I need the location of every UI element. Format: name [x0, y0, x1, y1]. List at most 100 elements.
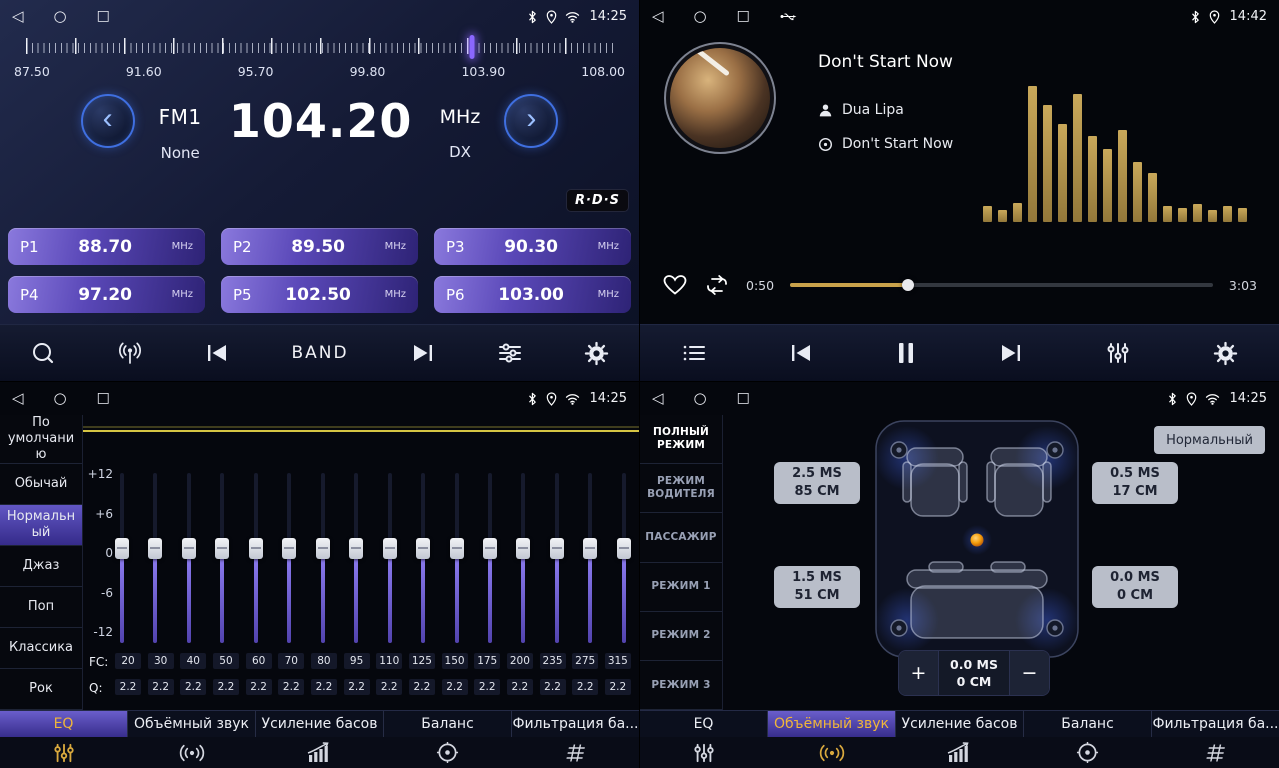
- tab-eq[interactable]: EQ: [640, 711, 768, 737]
- eq-slider-handle[interactable]: [583, 538, 597, 559]
- tab-surround[interactable]: Объёмный звук: [768, 711, 896, 737]
- eq-preset-default[interactable]: По умолчанию: [0, 415, 82, 464]
- filter-tab-icon[interactable]: [1151, 742, 1279, 764]
- eq-band-slider[interactable]: [349, 473, 363, 643]
- eq-slider-handle[interactable]: [617, 538, 631, 559]
- mode-2[interactable]: РЕЖИМ 2: [640, 612, 722, 661]
- next-track-button[interactable]: [998, 342, 1024, 364]
- mode-passenger[interactable]: ПАССАЖИР: [640, 513, 722, 562]
- eq-slider-handle[interactable]: [483, 538, 497, 559]
- scale-pointer[interactable]: [470, 35, 475, 59]
- eq-band-slider[interactable]: [416, 473, 430, 643]
- eq-band-slider[interactable]: [450, 473, 464, 643]
- eq-band-slider[interactable]: [617, 473, 631, 643]
- mode-1[interactable]: РЕЖИМ 1: [640, 563, 722, 612]
- eq-slider-handle[interactable]: [416, 538, 430, 559]
- recents-icon[interactable]: □: [97, 0, 110, 33]
- preset-button-2[interactable]: P2 89.50 MHz: [221, 228, 418, 265]
- home-icon[interactable]: ○: [694, 382, 707, 415]
- eq-slider-handle[interactable]: [282, 538, 296, 559]
- tab-bass-boost[interactable]: Усиление басов: [256, 711, 384, 737]
- eq-band-slider[interactable]: [483, 473, 497, 643]
- eq-settings-button[interactable]: [497, 342, 523, 364]
- eq-preset-normal[interactable]: Нормальный: [0, 505, 82, 546]
- album-art[interactable]: [664, 42, 776, 154]
- eq-band-slider[interactable]: [316, 473, 330, 643]
- surround-tab-icon[interactable]: [128, 743, 256, 763]
- eq-band-slider[interactable]: [550, 473, 564, 643]
- balance-tab-icon[interactable]: [1023, 741, 1151, 764]
- eq-slider-handle[interactable]: [115, 538, 129, 559]
- eq-slider-handle[interactable]: [383, 538, 397, 559]
- eq-slider-handle[interactable]: [148, 538, 162, 559]
- eq-slider-handle[interactable]: [316, 538, 330, 559]
- favorite-button[interactable]: [662, 273, 688, 297]
- delay-rear-left[interactable]: 1.5 MS 51 CM: [774, 566, 860, 608]
- back-icon[interactable]: ◁: [12, 382, 24, 415]
- recents-icon[interactable]: □: [97, 382, 110, 415]
- eq-band-slider[interactable]: [182, 473, 196, 643]
- back-icon[interactable]: ◁: [652, 0, 664, 33]
- delay-plus-button[interactable]: +: [899, 651, 939, 695]
- tab-balance[interactable]: Баланс: [384, 711, 512, 737]
- eq-band-slider[interactable]: [516, 473, 530, 643]
- next-station-button[interactable]: [410, 342, 436, 364]
- previous-track-button[interactable]: [788, 342, 814, 364]
- eq-slider-handle[interactable]: [215, 538, 229, 559]
- tab-filter[interactable]: Фильтрация ба...: [512, 711, 639, 737]
- tab-eq[interactable]: EQ: [0, 711, 128, 737]
- settings-button[interactable]: [584, 341, 609, 366]
- recents-icon[interactable]: □: [737, 0, 750, 33]
- repeat-button[interactable]: [704, 274, 730, 296]
- tab-surround[interactable]: Объёмный звук: [128, 711, 256, 737]
- preset-button-4[interactable]: P4 97.20 MHz: [8, 276, 205, 313]
- eq-band-slider[interactable]: [148, 473, 162, 643]
- scan-button[interactable]: [30, 340, 56, 366]
- progress-bar[interactable]: [790, 283, 1213, 287]
- prev-station-button[interactable]: [204, 342, 230, 364]
- progress-knob[interactable]: [902, 279, 914, 291]
- preset-button-1[interactable]: P1 88.70 MHz: [8, 228, 205, 265]
- settings-button[interactable]: [1213, 341, 1238, 366]
- eq-band-slider[interactable]: [249, 473, 263, 643]
- bass-boost-tab-icon[interactable]: [896, 742, 1024, 764]
- eq-slider-handle[interactable]: [349, 538, 363, 559]
- broadcast-button[interactable]: [117, 340, 143, 366]
- surround-tab-icon[interactable]: [768, 743, 896, 763]
- delay-rear-right[interactable]: 0.0 MS 0 CM: [1092, 566, 1178, 608]
- mode-3[interactable]: РЕЖИМ 3: [640, 661, 722, 710]
- tune-up-button[interactable]: ›: [504, 94, 558, 148]
- tab-filter[interactable]: Фильтрация ба...: [1152, 711, 1279, 737]
- eq-slider-handle[interactable]: [249, 538, 263, 559]
- eq-band-slider[interactable]: [115, 473, 129, 643]
- eq-slider-handle[interactable]: [450, 538, 464, 559]
- pause-button[interactable]: [896, 341, 916, 365]
- back-icon[interactable]: ◁: [12, 0, 24, 33]
- tab-bass-boost[interactable]: Усиление басов: [896, 711, 1024, 737]
- eq-tab-icon[interactable]: [0, 742, 128, 764]
- eq-band-slider[interactable]: [282, 473, 296, 643]
- preset-button-5[interactable]: P5 102.50 MHz: [221, 276, 418, 313]
- back-icon[interactable]: ◁: [652, 382, 664, 415]
- eq-preset-classic[interactable]: Классика: [0, 628, 82, 669]
- home-icon[interactable]: ○: [694, 0, 707, 33]
- delay-minus-button[interactable]: −: [1009, 651, 1049, 695]
- eq-band-slider[interactable]: [383, 473, 397, 643]
- delay-front-right[interactable]: 0.5 MS 17 CM: [1092, 462, 1178, 504]
- recents-icon[interactable]: □: [737, 382, 750, 415]
- mode-driver[interactable]: РЕЖИМ ВОДИТЕЛЯ: [640, 464, 722, 513]
- home-icon[interactable]: ○: [54, 0, 67, 33]
- filter-tab-icon[interactable]: [511, 742, 639, 764]
- home-icon[interactable]: ○: [54, 382, 67, 415]
- band-button[interactable]: BAND: [291, 343, 348, 363]
- eq-preset-custom[interactable]: Обычай: [0, 464, 82, 505]
- mode-full[interactable]: ПОЛНЫЙ РЕЖИМ: [640, 415, 722, 464]
- sf-preset-button[interactable]: Нормальный: [1154, 426, 1265, 454]
- eq-band-slider[interactable]: [583, 473, 597, 643]
- delay-front-left[interactable]: 2.5 MS 85 CM: [774, 462, 860, 504]
- preset-button-6[interactable]: P6 103.00 MHz: [434, 276, 631, 313]
- eq-preset-pop[interactable]: Поп: [0, 587, 82, 628]
- balance-tab-icon[interactable]: [383, 741, 511, 764]
- eq-tab-icon[interactable]: [640, 742, 768, 764]
- tab-balance[interactable]: Баланс: [1024, 711, 1152, 737]
